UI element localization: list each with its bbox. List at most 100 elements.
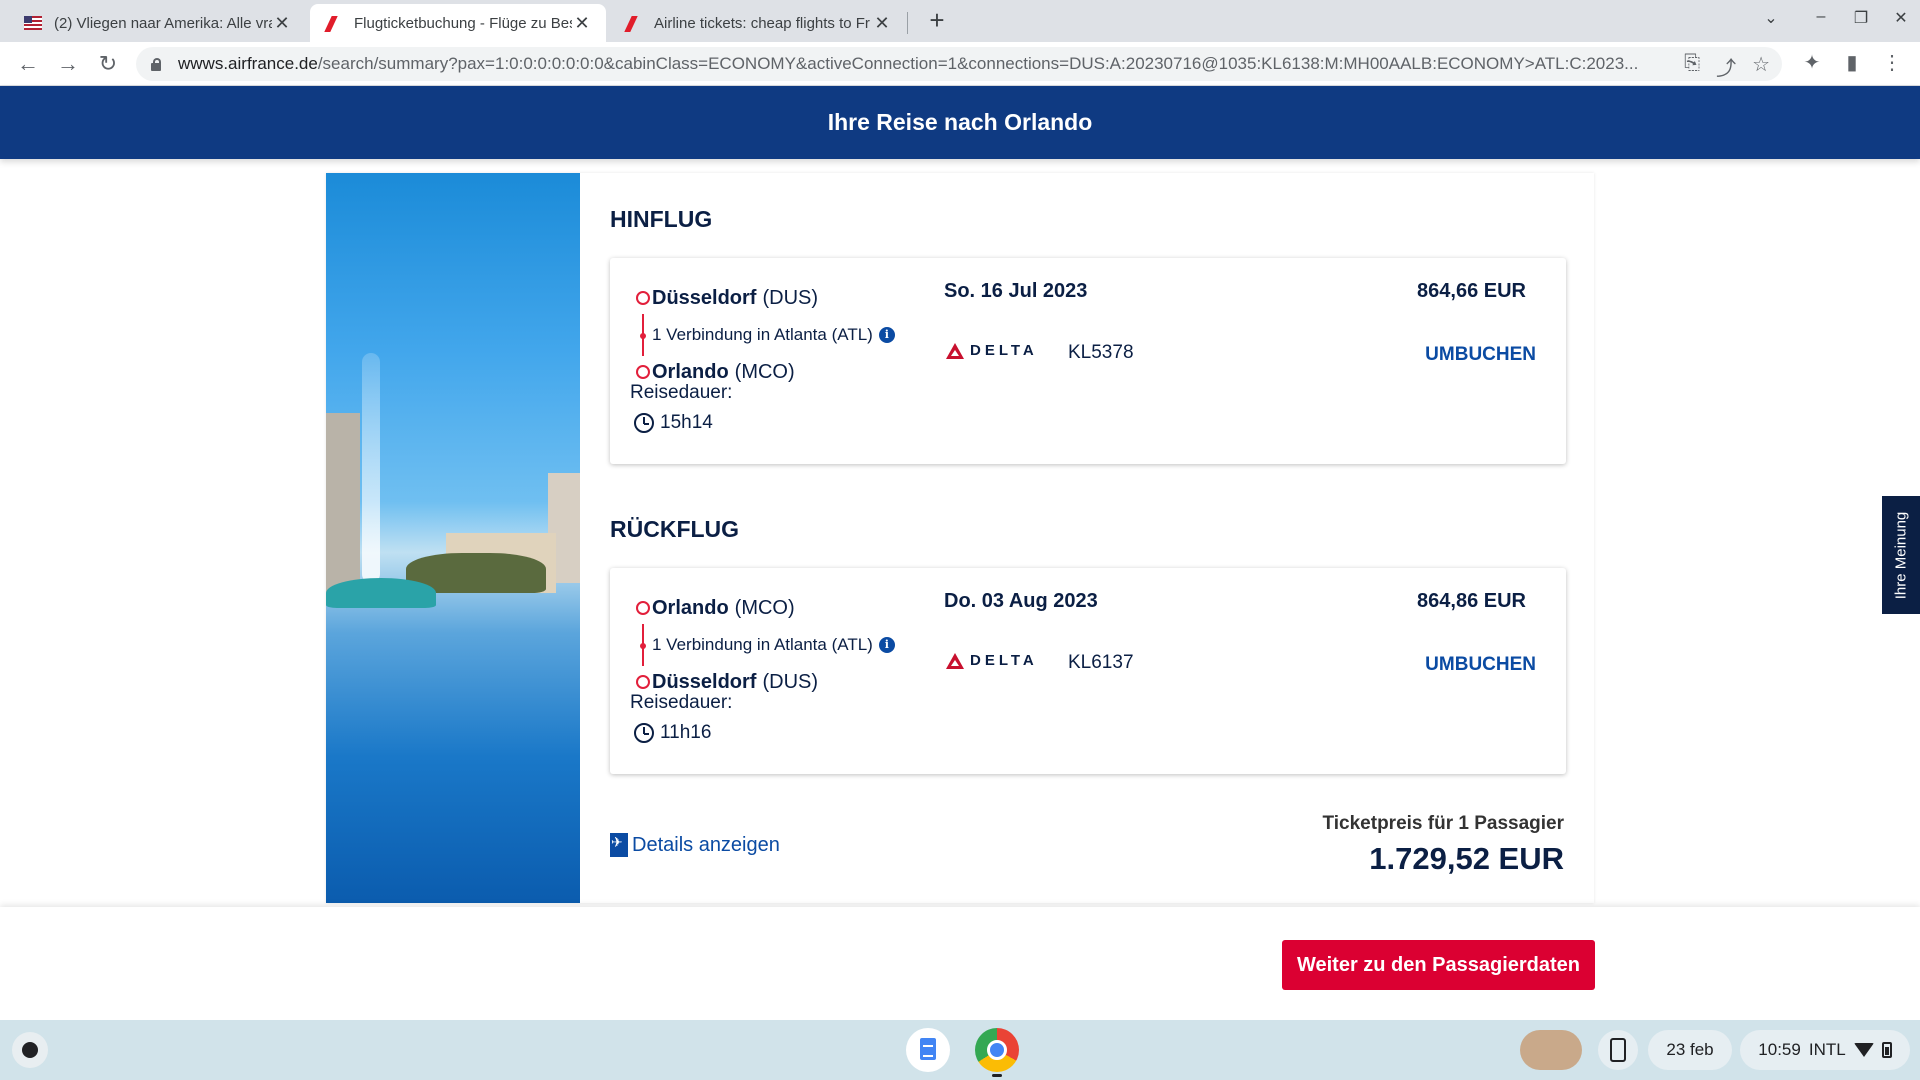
flight-details-icon [610,833,628,857]
outbound-flight-card: Düsseldorf (DUS) 1 Verbindung in Atlanta … [610,258,1566,464]
details-label: Details anzeigen [632,833,780,856]
fountain-jet [362,353,380,583]
browser-tabstrip: (2) Vliegen naar Amerika: Alle vra ✕ Flu… [0,0,1920,42]
wifi-icon [1853,1043,1874,1057]
departure-airport: Düsseldorf (DUS) [636,280,956,316]
us-flag-icon [24,16,42,30]
arrival-code: (DUS) [762,670,819,693]
arrival-city: Orlando [652,360,729,383]
orlando-photo [326,173,580,903]
route-dot-icon [636,365,650,379]
return-title: RÜCKFLUG [610,516,740,542]
tab-title: Airline tickets: cheap flights to Fr [654,14,870,32]
flight-price: 864,66 EUR [1417,280,1526,302]
tab-airline-tickets[interactable]: Airline tickets: cheap flights to Fr ✕ [610,4,906,42]
share-icon[interactable]: ⤴ [1716,52,1736,81]
clock-icon [634,723,654,743]
connection-text: 1 Verbindung in Atlanta (ATL) [652,635,873,654]
continue-to-passenger-data-button[interactable]: Weiter zu den Passagierdaten [1282,940,1595,990]
departure-city: Düsseldorf [652,286,757,309]
duration-value: 15h14 [660,412,713,433]
clock-icon [634,413,654,433]
menu-icon[interactable]: ⋮ [1878,50,1906,75]
url-host: wwws.airfrance.de [178,54,318,73]
info-icon[interactable]: i [878,327,895,343]
forward-icon[interactable]: → [54,50,82,78]
airline-logo: DELTA [946,652,1038,669]
info-icon[interactable]: i [878,637,895,653]
omnibox-actions: ⎘ ⤴ ☆ [1684,52,1770,81]
minimize-icon[interactable]: – [1806,8,1836,26]
url-path: /search/summary?pax=1:0:0:0:0:0:0:0&cabi… [317,54,1639,73]
route-stop-dot [640,333,646,339]
time-text: 10:59 [1758,1040,1801,1059]
route-stop-dot [640,643,646,649]
airfrance-icon [624,16,642,30]
arrival-code: (MCO) [734,360,795,383]
return-flight-card: Orlando (MCO) 1 Verbindung in Atlanta (AT… [610,568,1566,774]
restore-icon[interactable]: ❐ [1846,8,1876,28]
tab-search-icon[interactable]: ⌄ [1756,8,1786,28]
close-window-icon[interactable]: ✕ [1886,8,1916,28]
connection-info: 1 Verbindung in Atlanta (ATL) i [636,314,956,356]
os-shelf: 23 feb 10:59 INTL [0,1020,1920,1080]
rebook-return-button[interactable]: UMBUCHEN [1425,654,1536,676]
reload-icon[interactable]: ↻ [94,50,122,78]
input-method-text: INTL [1808,1040,1846,1059]
flight-number: KL5378 [1068,342,1134,363]
duration-label: Reisedauer: [630,692,733,713]
new-tab-button[interactable]: + [922,6,952,36]
departure-airport: Orlando (MCO) [636,590,956,626]
url-text[interactable]: wwws.airfrance.de/search/summary?pax=1:0… [178,54,1658,74]
show-details-link[interactable]: Details anzeigen [610,833,780,857]
tab-flugticketbuchung[interactable]: Flugticketbuchung - Flüge zu Bes ✕ [310,4,606,42]
route-dot-icon [636,675,650,689]
delta-logo-icon [946,342,964,359]
airline-name: DELTA [970,652,1038,669]
battery-icon [1881,1042,1892,1058]
tab-title: Flugticketbuchung - Flüge zu Bes [354,14,572,32]
back-icon[interactable]: ← [14,50,42,78]
airline-logo: DELTA [946,342,1038,359]
flight-date: Do. 03 Aug 2023 [944,590,1098,612]
flight-date: So. 16 Jul 2023 [944,280,1088,302]
status-tray[interactable]: 10:59 INTL [1740,1030,1910,1070]
trip-summary-card: HINFLUG Düsseldorf (DUS) 1 Verbindung in … [326,173,1594,903]
close-icon[interactable]: ✕ [572,13,592,34]
chrome-icon[interactable] [975,1028,1019,1072]
translate-icon[interactable]: ⎘ [1684,52,1700,81]
close-icon[interactable]: ✕ [872,13,892,34]
feedback-tab[interactable]: Ihre Meinung [1882,496,1920,614]
browser-toolbar: ← → ↻ wwws.airfrance.de/search/summary?p… [0,42,1920,86]
extensions-icon[interactable]: ✦ [1798,50,1826,75]
page-title: Ihre Reise nach Orlando [827,109,1093,135]
running-app-indicator [992,1074,1002,1077]
bookmark-star-icon[interactable]: ☆ [1752,52,1770,81]
launcher-icon[interactable] [12,1032,48,1068]
outbound-route: Düsseldorf (DUS) 1 Verbindung in Atlanta … [636,280,956,390]
duration-label: Reisedauer: [630,382,733,403]
airline-name: DELTA [970,342,1038,359]
rebook-outbound-button[interactable]: UMBUCHEN [1425,344,1536,366]
outbound-title: HINFLUG [610,206,713,232]
fountain [326,578,436,608]
ticket-price-label: Ticketpreis für 1 Passagier [1322,813,1565,834]
building [326,413,360,603]
duration-value: 11h16 [660,722,712,743]
phone-hub-icon[interactable] [1598,1030,1638,1070]
connection-text: 1 Verbindung in Atlanta (ATL) [652,325,873,344]
tab-vliegen[interactable]: (2) Vliegen naar Amerika: Alle vra ✕ [10,4,306,42]
tab-title: (2) Vliegen naar Amerika: Alle vra [54,14,272,32]
address-bar[interactable]: wwws.airfrance.de/search/summary?pax=1:0… [136,47,1782,81]
date-text: 23 feb [1666,1040,1714,1059]
lock-icon [150,58,162,71]
duration: 15h14 [634,412,713,434]
arrival-city: Düsseldorf [652,670,757,693]
ticket-total-price: 1.729,52 EUR [1369,841,1564,876]
date-tray[interactable]: 23 feb [1648,1030,1732,1070]
side-panel-icon[interactable]: ▮ [1838,50,1866,75]
user-avatars[interactable] [1520,1030,1582,1070]
google-docs-icon[interactable] [906,1028,950,1072]
return-route: Orlando (MCO) 1 Verbindung in Atlanta (AT… [636,590,956,700]
close-icon[interactable]: ✕ [272,13,292,34]
